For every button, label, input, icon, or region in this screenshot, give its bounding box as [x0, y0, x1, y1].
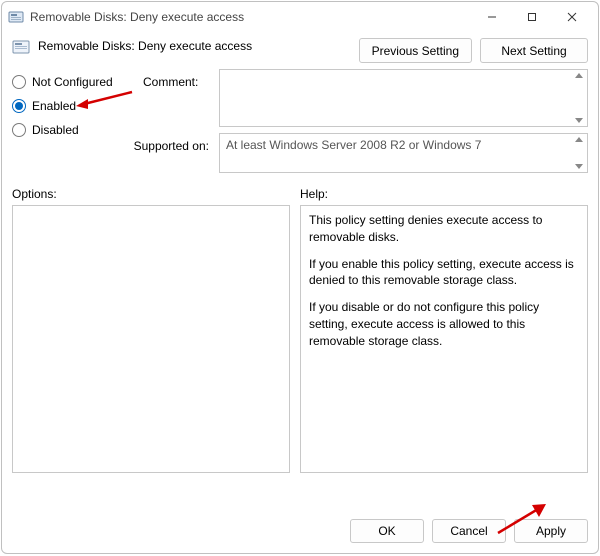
config-grid: Not Configured Enabled Disabled Comment:	[12, 69, 588, 173]
footer-buttons: OK Cancel Apply	[2, 509, 598, 553]
header-row: Removable Disks: Deny execute access Pre…	[12, 34, 588, 69]
scrollbar[interactable]	[571, 71, 586, 125]
nav-buttons: Previous Setting Next Setting	[359, 38, 588, 63]
radio-icon	[12, 75, 26, 89]
content-area: Removable Disks: Deny execute access Pre…	[2, 32, 598, 509]
scroll-up-icon	[575, 73, 583, 78]
supported-on-box: At least Windows Server 2008 R2 or Windo…	[219, 133, 588, 173]
minimize-button[interactable]	[472, 3, 512, 31]
comment-label: Comment:	[143, 69, 213, 89]
radio-label: Enabled	[32, 99, 76, 113]
policy-icon	[12, 38, 30, 56]
close-button[interactable]	[552, 3, 592, 31]
ok-button[interactable]: OK	[350, 519, 424, 543]
pane-labels: Options: Help:	[12, 187, 588, 201]
panes: This policy setting denies execute acces…	[12, 205, 588, 509]
help-paragraph: This policy setting denies execute acces…	[309, 212, 579, 246]
state-radio-group: Not Configured Enabled Disabled	[12, 69, 137, 137]
help-pane[interactable]: This policy setting denies execute acces…	[300, 205, 588, 473]
scrollbar[interactable]	[571, 135, 586, 171]
previous-setting-button[interactable]: Previous Setting	[359, 38, 472, 63]
comment-textarea[interactable]	[219, 69, 588, 127]
radio-enabled[interactable]: Enabled	[12, 99, 137, 113]
next-setting-button[interactable]: Next Setting	[480, 38, 588, 63]
scroll-down-icon	[575, 164, 583, 169]
maximize-button[interactable]	[512, 3, 552, 31]
apply-button[interactable]: Apply	[514, 519, 588, 543]
options-pane[interactable]	[12, 205, 290, 473]
radio-not-configured[interactable]: Not Configured	[12, 75, 137, 89]
options-label: Options:	[12, 187, 290, 201]
help-paragraph: If you disable or do not configure this …	[309, 299, 579, 349]
titlebar: Removable Disks: Deny execute access	[2, 2, 598, 32]
policy-title: Removable Disks: Deny execute access	[38, 36, 351, 53]
supported-on-label: Supported on:	[12, 133, 213, 153]
app-icon	[8, 9, 24, 25]
scroll-up-icon	[575, 137, 583, 142]
radio-icon	[12, 99, 26, 113]
supported-on-value: At least Windows Server 2008 R2 or Windo…	[226, 138, 481, 152]
help-paragraph: If you enable this policy setting, execu…	[309, 256, 579, 290]
window-title: Removable Disks: Deny execute access	[30, 10, 472, 24]
help-label: Help:	[300, 187, 328, 201]
radio-label: Not Configured	[32, 75, 113, 89]
dialog-window: Removable Disks: Deny execute access Rem…	[1, 1, 599, 554]
scroll-down-icon	[575, 118, 583, 123]
cancel-button[interactable]: Cancel	[432, 519, 506, 543]
